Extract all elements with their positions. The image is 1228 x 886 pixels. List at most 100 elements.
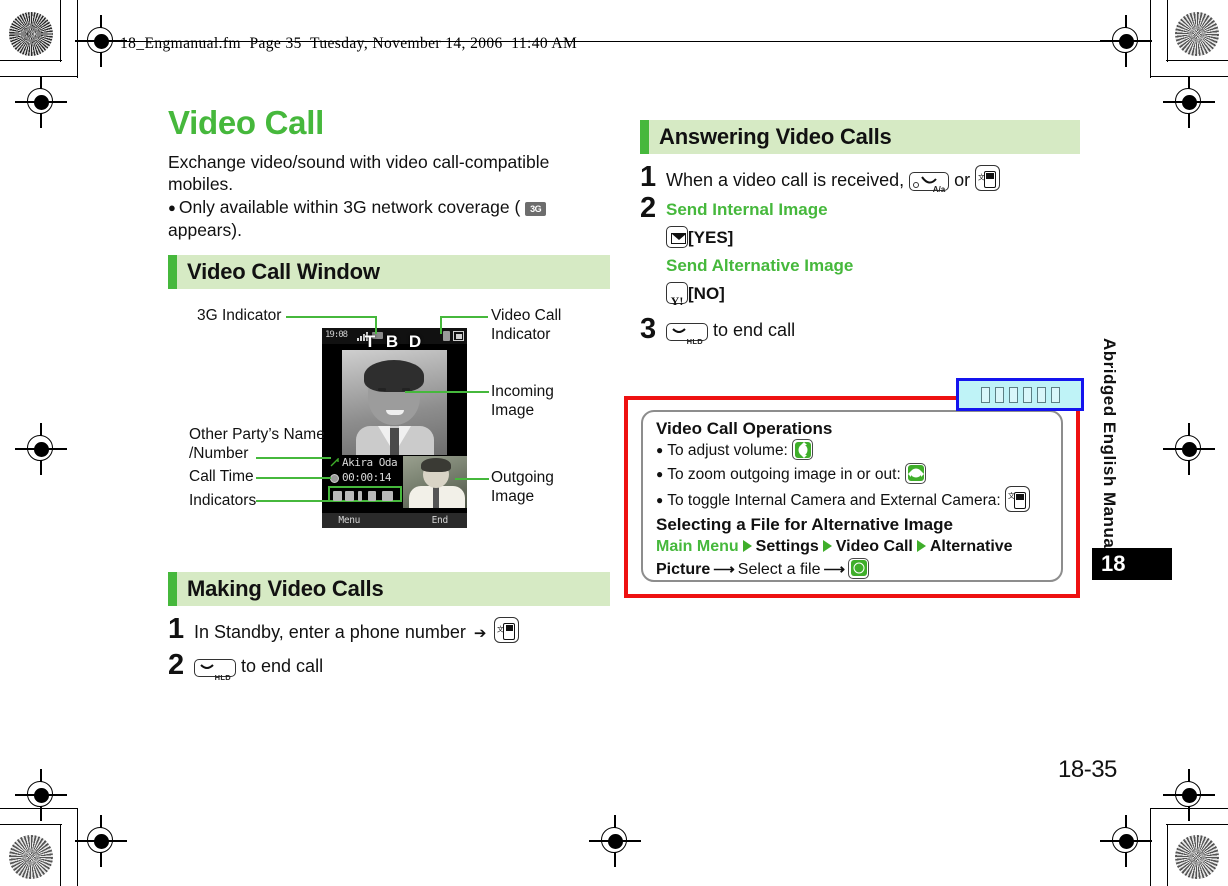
bullet-dot-icon: ● [656, 493, 664, 507]
operations-bullet: ● To toggle Internal Camera and External … [656, 486, 1049, 513]
step-text: HLD to end call [666, 315, 795, 346]
menu-path-line-1: Main Menu Settings Video Call Alternative [656, 535, 1049, 558]
registration-mark [75, 815, 127, 867]
step-item: 3 HLD to end call [640, 313, 1080, 347]
crop-line [0, 824, 62, 826]
registration-mark [15, 423, 67, 475]
crop-line [0, 76, 78, 78]
print-color-target-bottom-left [9, 835, 53, 879]
leader-line [256, 477, 331, 479]
registration-mark [1163, 76, 1215, 128]
missing-glyph-icon [1022, 386, 1032, 403]
crop-line [77, 0, 79, 78]
page-title: Video Call [168, 104, 324, 141]
crop-line [1150, 808, 1152, 886]
path-settings: Settings [755, 537, 819, 555]
or-text: or [954, 170, 971, 190]
missing-glyph-icon [994, 386, 1004, 403]
operations-title: Video Call Operations [656, 419, 833, 438]
missing-glyph-icon [1050, 386, 1060, 403]
path-alternative: Alternative [929, 537, 1013, 555]
missing-glyph-annotation-box [956, 378, 1084, 411]
chapter-tab: 18 [1092, 548, 1172, 580]
caller-name-text: Akira Oda [342, 456, 398, 469]
document-header: 18_Engmanual.fm Page 35 Tuesday, Novembe… [120, 35, 578, 52]
path-picture: Picture [656, 560, 711, 578]
missing-glyph-icon [980, 386, 990, 403]
intro-line-2: mobiles. [168, 173, 234, 194]
registration-mark [589, 815, 641, 867]
video-call-key-icon: 文字 [975, 165, 1001, 191]
outgoing-image-area [403, 456, 467, 508]
mail-key-icon [666, 226, 688, 248]
manual-page: 18_Engmanual.fm Page 35 Tuesday, Novembe… [0, 0, 1228, 886]
end-call-key-icon: HLD [194, 659, 236, 682]
registration-mark [15, 76, 67, 128]
intro-bullet-post: appears). [168, 219, 242, 240]
missing-glyph-icon [1036, 386, 1046, 403]
section-title: Answering Video Calls [659, 124, 892, 149]
crop-line [1167, 824, 1169, 886]
path-video-call: Video Call [835, 537, 913, 555]
print-color-target-top-right [1175, 12, 1219, 56]
option-label-send-internal: Send Internal Image [666, 200, 828, 219]
print-color-target-bottom-right [1175, 835, 1219, 879]
phone-soft-keys: Menu End [322, 513, 467, 528]
leader-line [405, 391, 489, 393]
section-title: Making Video Calls [187, 576, 384, 601]
option-action-no: Y! [NO] [666, 279, 853, 309]
menu-path-line-2: Picture ⟶ Select a file ⟶ [656, 557, 1049, 581]
section-title: Video Call Window [187, 258, 380, 284]
call-timer-icon [330, 474, 339, 483]
step-number: 2 [168, 649, 185, 681]
crop-line [0, 60, 62, 62]
incoming-image-area [342, 350, 447, 455]
registration-mark [1163, 769, 1215, 821]
crop-line [1166, 824, 1228, 826]
registration-mark [1100, 815, 1152, 867]
dpad-up-down-icon [792, 439, 814, 460]
video-call-key-icon: 文字 [494, 617, 520, 643]
operations-bullet: ● To zoom outgoing image in or out: [656, 462, 1049, 487]
section-header-making-video-calls: Making Video Calls [168, 572, 610, 606]
callout-call-time: Call Time [189, 468, 254, 485]
arrow-icon: ➔ [473, 625, 487, 642]
bullet-dot-icon: ● [656, 466, 664, 481]
phone-screen-illustration: 19:08 T B D Akira Oda 00:00:14 Menu End [322, 328, 467, 528]
operations-bullet: ● To adjust volume: [656, 439, 1049, 463]
step-item: 1 In Standby, enter a phone number ➔ 文字 [168, 615, 610, 647]
path-main-menu: Main Menu [656, 537, 739, 555]
tbd-overlay-text: T B D [364, 332, 425, 351]
yahoo-key-icon: Y! [666, 282, 688, 308]
answering-steps-list: 1 When a video call is received, A/a or … [640, 163, 1080, 347]
softkey-end: End [431, 515, 449, 526]
right-column: Answering Video Calls 1 When a video cal… [640, 120, 1080, 348]
step-item: 2 Send Internal Image [YES] Send Alterna… [640, 194, 1080, 309]
crop-line [1150, 0, 1152, 78]
phone-display: 19:08 T B D Akira Oda 00:00:14 Menu End [322, 328, 467, 528]
video-call-operations-highlight-box: Video Call Operations ● To adjust volume:… [624, 396, 1080, 598]
leader-line [256, 500, 328, 502]
path-select-file: Select a file [737, 560, 821, 578]
crop-line [1166, 60, 1228, 62]
crop-line [60, 824, 62, 886]
page-number: 18-35 [1058, 756, 1117, 783]
leader-line [375, 316, 377, 334]
operations-panel: Video Call Operations ● To adjust volume:… [641, 410, 1063, 582]
path-arrow-icon [822, 539, 832, 552]
callout-video-call-indicator: Video Call Indicator [491, 307, 562, 343]
leader-line [440, 316, 488, 318]
3g-indicator-icon: 3G [525, 202, 547, 216]
intro-bullet-pre: Only available within 3G network coverag… [178, 197, 521, 217]
callout-outgoing-image: Outgoing Image [491, 469, 554, 505]
path-arrow-icon [916, 539, 926, 552]
section-header-video-call-window: Video Call Window [168, 254, 610, 289]
step-number: 3 [640, 313, 657, 345]
call-active-icon [330, 458, 339, 467]
step-text: HLD to end call [194, 651, 323, 682]
step-text: In Standby, enter a phone number ➔ 文字 [194, 615, 520, 647]
crop-line [60, 0, 62, 62]
bullet-dot-icon: ● [656, 443, 664, 457]
status-indicators-highlight [328, 486, 402, 502]
making-steps-list: 1 In Standby, enter a phone number ➔ 文字 … [168, 615, 610, 682]
